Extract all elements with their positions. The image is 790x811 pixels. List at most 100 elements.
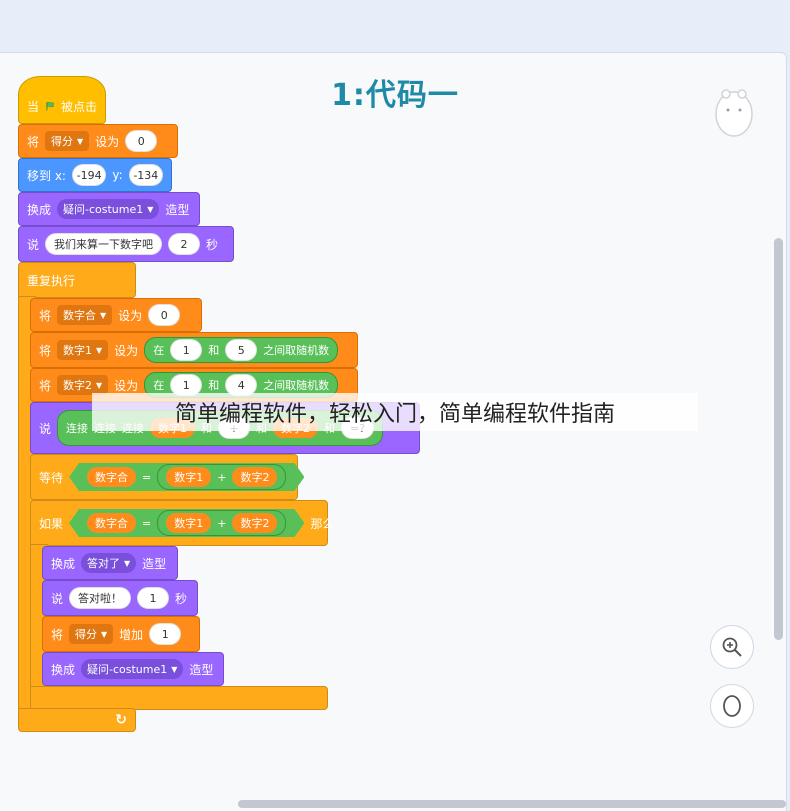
set-label: 将 — [39, 343, 52, 358]
say-label: 说 — [27, 237, 40, 252]
number2-reporter[interactable]: 数字2 — [232, 513, 277, 533]
variable-dropdown[interactable]: 数字1 ▼ — [57, 340, 109, 360]
switch-label: 换成 — [27, 202, 52, 217]
forever-bottom: ↻ — [18, 708, 136, 732]
green-flag-icon — [46, 101, 54, 111]
add-operator[interactable]: 数字1 + 数字2 — [157, 510, 286, 536]
costume-dropdown[interactable]: 答对了 ▼ — [81, 553, 137, 573]
say-for-secs-block[interactable]: 说 答对啦！ 1 秒 — [42, 580, 198, 616]
in-label: 在 — [153, 379, 165, 392]
hat-when-label: 当 — [27, 99, 40, 114]
variable-dropdown[interactable]: 得分 ▼ — [45, 131, 90, 151]
set-label: 将 — [39, 378, 52, 393]
if-then-block[interactable]: 如果 数字合 = 数字1 + 数字2 那么 — [30, 500, 334, 546]
secs-input[interactable]: 2 — [168, 233, 201, 255]
to-input[interactable]: 5 — [225, 339, 258, 361]
variable-name: 得分 — [51, 135, 74, 148]
change-score-block[interactable]: 将 得分 ▼ 增加 1 — [42, 616, 200, 652]
if-bottom — [30, 686, 328, 710]
random-suffix: 之间取随机数 — [263, 379, 330, 392]
switch-label: 换成 — [51, 662, 76, 677]
secs-input[interactable]: 1 — [137, 587, 170, 609]
number1-reporter[interactable]: 数字1 — [166, 467, 211, 487]
plus-label: + — [217, 470, 227, 484]
from-input[interactable]: 1 — [170, 339, 203, 361]
value-input[interactable]: 0 — [148, 304, 181, 326]
forever-block[interactable]: 重复执行 — [18, 262, 136, 298]
chevron-down-icon: ▼ — [77, 136, 84, 146]
say-label: 说 — [39, 421, 52, 436]
in-label: 在 — [153, 344, 165, 357]
variable-dropdown[interactable]: 数字合 ▼ — [57, 305, 113, 325]
if-label: 如果 — [39, 516, 64, 531]
switch-costume-block[interactable]: 换成 疑问-costume1 ▼ 造型 — [18, 192, 200, 226]
set-label: 将 — [27, 134, 40, 149]
chevron-down-icon: ▼ — [96, 345, 103, 355]
costume-dropdown[interactable]: 疑问-costume1 ▼ — [81, 659, 184, 679]
and-label: 和 — [208, 344, 220, 357]
vertical-scrollbar[interactable] — [774, 238, 783, 640]
zoom-reset-button[interactable] — [710, 684, 754, 728]
y-label: y: — [112, 168, 123, 182]
chevron-down-icon: ▼ — [96, 380, 103, 390]
random-operator[interactable]: 在 1 和 5 之间取随机数 — [144, 337, 339, 363]
hat-clicked-label: 被点击 — [60, 99, 97, 114]
say-text-input[interactable]: 我们来算一下数字吧 — [45, 233, 163, 255]
set-to-label: 设为 — [118, 308, 143, 323]
zoom-in-button[interactable] — [710, 625, 754, 669]
equals-label: = — [142, 470, 152, 484]
variable-name: 数字2 — [63, 379, 93, 392]
chevron-down-icon: ▼ — [100, 310, 107, 320]
variable-dropdown[interactable]: 数字2 ▼ — [57, 375, 109, 395]
when-flag-clicked-block[interactable]: 当 被点击 — [18, 76, 106, 124]
sum-reporter[interactable]: 数字合 — [87, 467, 136, 487]
costume-name: 答对了 — [87, 557, 121, 570]
costume-suffix: 造型 — [189, 662, 214, 677]
page-title: 1:代码一 — [331, 78, 459, 113]
chevron-down-icon: ▼ — [147, 204, 154, 214]
set-number1-block[interactable]: 将 数字1 ▼ 设为 在 1 和 5 之间取随机数 — [30, 332, 358, 368]
equals-operator[interactable]: 数字合 = 数字1 + 数字2 — [69, 509, 304, 537]
costume-name: 疑问-costume1 — [87, 663, 168, 676]
set-score-block[interactable]: 将 得分 ▼ 设为 0 — [18, 124, 178, 158]
secs-unit: 秒 — [175, 591, 188, 606]
zoom-in-icon — [722, 637, 742, 657]
y-input[interactable]: -134 — [128, 164, 163, 186]
variable-name: 数字合 — [63, 309, 97, 322]
set-to-label: 设为 — [95, 134, 120, 149]
costume-name: 疑问-costume1 — [63, 203, 144, 216]
set-to-label: 设为 — [114, 343, 139, 358]
wait-until-block[interactable]: 等待 数字合 = 数字1 + 数字2 — [30, 454, 298, 500]
add-operator[interactable]: 数字1 + 数字2 — [157, 464, 286, 490]
switch-costume-block[interactable]: 换成 答对了 ▼ 造型 — [42, 546, 178, 580]
and-label: 和 — [208, 379, 220, 392]
value-input[interactable]: 1 — [149, 623, 182, 645]
say-text-input[interactable]: 答对啦！ — [69, 587, 132, 609]
switch-costume-block[interactable]: 换成 疑问-costume1 ▼ 造型 — [42, 652, 224, 686]
number2-reporter[interactable]: 数字2 — [232, 467, 277, 487]
change-by-label: 增加 — [119, 627, 144, 642]
value-input[interactable]: 0 — [125, 130, 158, 152]
change-label: 将 — [51, 627, 64, 642]
x-input[interactable]: -194 — [71, 164, 107, 186]
equals-operator[interactable]: 数字合 = 数字1 + 数字2 — [69, 463, 304, 491]
horizontal-scrollbar[interactable] — [238, 800, 786, 808]
plus-label: + — [217, 516, 227, 530]
forever-label: 重复执行 — [27, 273, 76, 288]
costume-suffix: 造型 — [142, 556, 167, 571]
set-label: 将 — [39, 308, 52, 323]
switch-label: 换成 — [51, 556, 76, 571]
sprite-thumbnail[interactable] — [712, 84, 756, 140]
number1-reporter[interactable]: 数字1 — [166, 513, 211, 533]
say-label: 说 — [51, 591, 64, 606]
sum-reporter[interactable]: 数字合 — [87, 513, 136, 533]
set-sum-block[interactable]: 将 数字合 ▼ 设为 0 — [30, 298, 202, 332]
set-to-label: 设为 — [114, 378, 139, 393]
say-for-secs-block[interactable]: 说 我们来算一下数字吧 2 秒 — [18, 226, 234, 262]
goto-xy-block[interactable]: 移到 x: -194 y: -134 — [18, 158, 172, 192]
variable-dropdown[interactable]: 得分 ▼ — [69, 624, 114, 644]
costume-suffix: 造型 — [165, 202, 190, 217]
costume-dropdown[interactable]: 疑问-costume1 ▼ — [57, 199, 160, 219]
equals-label: = — [142, 516, 152, 530]
chevron-down-icon: ▼ — [171, 664, 178, 674]
